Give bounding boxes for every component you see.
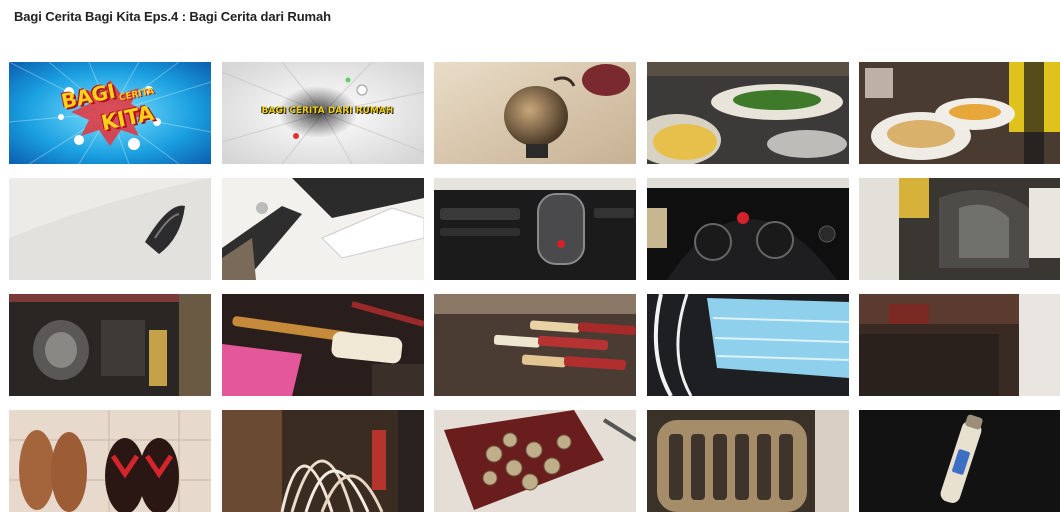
- thumbnail-food-table[interactable]: [646, 62, 849, 164]
- face-masks-image: [646, 294, 849, 396]
- car-body-image: [221, 178, 424, 280]
- car-dashboard-image: [434, 178, 636, 280]
- thumbnail-face-masks[interactable]: [646, 294, 849, 396]
- bottle-image: [859, 410, 1060, 512]
- thumbnail-dark-shelf[interactable]: [859, 294, 1060, 396]
- thumbnail-grid: BAGI CERITA KITA BAGI CERITA DARI RUMAH: [9, 62, 1060, 512]
- food-table-image: [646, 62, 849, 164]
- bag-contents-image: [9, 294, 211, 396]
- cables-image: [221, 410, 424, 512]
- thumbnail-meal-bowls[interactable]: [859, 62, 1060, 164]
- thumbnail-cables[interactable]: [221, 410, 424, 512]
- bottle-caps-image: [434, 410, 636, 512]
- thumbnail-bottle[interactable]: [859, 410, 1060, 512]
- thumbnail-radiator-grille[interactable]: [646, 410, 849, 512]
- cigarettes-image: [434, 294, 636, 396]
- thumbnail-title-card-logo[interactable]: BAGI CERITA KITA: [9, 62, 211, 164]
- thumbnail-car-instrument-cluster[interactable]: [646, 178, 849, 280]
- thumbnail-car-body[interactable]: [221, 178, 424, 280]
- thumbnail-bottle-caps[interactable]: [434, 410, 636, 512]
- thumbnail-sandals[interactable]: [9, 410, 211, 512]
- episode-caption: BAGI CERITA DARI RUMAH: [261, 106, 394, 116]
- thumbnail-bag-contents[interactable]: [9, 294, 211, 396]
- thumbnail-cigarettes[interactable]: [434, 294, 636, 396]
- thumbnail-car-headlight[interactable]: [9, 178, 211, 280]
- radiator-grille-image: [646, 410, 849, 512]
- car-headlight-image: [9, 178, 211, 280]
- thumbnail-car-cabin[interactable]: [859, 178, 1060, 280]
- thumbnail-pouch-and-pen[interactable]: [221, 294, 424, 396]
- kettle-image: [434, 62, 636, 164]
- meal-bowls-image: [859, 62, 1060, 164]
- sandals-image: [9, 410, 211, 512]
- thumbnail-title-card-episode[interactable]: BAGI CERITA DARI RUMAH: [221, 62, 424, 164]
- car-cabin-image: [859, 178, 1060, 280]
- dark-shelf-image: [859, 294, 1060, 396]
- thumbnail-car-dashboard[interactable]: [434, 178, 636, 280]
- thumbnail-kettle[interactable]: [434, 62, 636, 164]
- instrument-cluster-image: [646, 178, 849, 280]
- pouch-and-pen-image: [221, 294, 424, 396]
- page-title: Bagi Cerita Bagi Kita Eps.4 : Bagi Cerit…: [14, 9, 331, 24]
